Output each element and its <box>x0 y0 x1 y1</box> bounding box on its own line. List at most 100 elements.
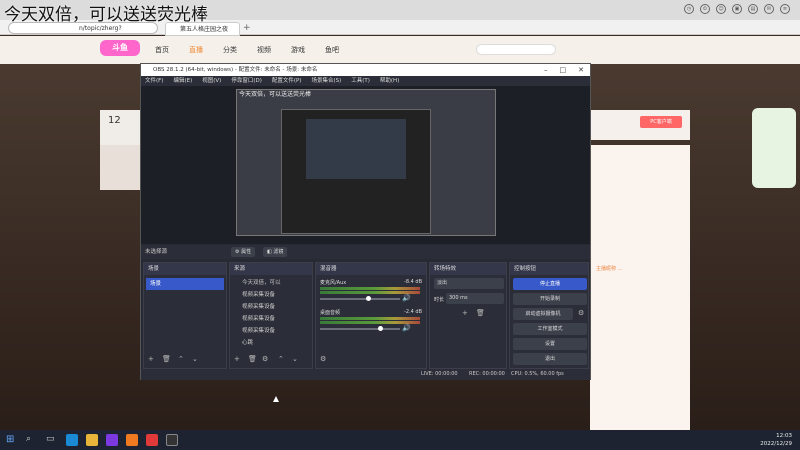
site-logo[interactable]: 斗鱼 <box>100 40 140 56</box>
windows-start-icon[interactable]: ⊞ <box>6 434 18 446</box>
remove-source-icon[interactable]: 🗑 <box>248 355 257 363</box>
pc-client-button[interactable]: PC客户端 <box>640 116 682 128</box>
browser-tab[interactable]: 第五人格庄园之夜 <box>165 22 240 36</box>
app-icon[interactable] <box>146 434 158 446</box>
menu-view[interactable]: 视图(V) <box>202 76 221 86</box>
scene-item[interactable]: 场景 <box>146 278 224 290</box>
history-icon[interactable]: ◷ <box>684 4 694 14</box>
volume-slider-knob[interactable] <box>366 296 371 301</box>
source-item[interactable]: 视频采集设备 <box>232 301 310 313</box>
cpu-status: CPU: 0.5%, 60.00 fps <box>511 371 564 377</box>
obs-titlebar: OBS 28.1.2 (64-bit, windows) - 配置文件: 未命名… <box>141 64 590 76</box>
chat-panel <box>590 145 690 435</box>
taskbar <box>0 430 800 450</box>
studio-mode-button[interactable]: 工作室模式 <box>513 323 587 335</box>
menu-icon[interactable]: ≡ <box>780 4 790 14</box>
menu-scene-collection[interactable]: 场景集合(S) <box>311 76 341 86</box>
streamer-avatar-panel <box>100 145 145 190</box>
scene-down-icon[interactable]: ⌄ <box>192 355 198 363</box>
add-source-icon[interactable]: + <box>234 355 240 363</box>
address-bar[interactable]: n/topic/zherg?rid=4801532 <box>8 22 158 43</box>
site-nav: 首页 直播 分类 视频 游戏 鱼吧 <box>155 45 339 55</box>
transition-select[interactable]: 淡出 <box>434 278 504 289</box>
chat-text: 主播昵称 … <box>596 266 623 272</box>
speaker-icon[interactable]: 🔊 <box>402 294 411 302</box>
source-item[interactable]: 今天双倍，可以 <box>232 277 310 289</box>
duration-input[interactable]: 300 ms <box>446 293 504 304</box>
source-toolbar: 未选择源 <box>141 245 590 259</box>
app-icon[interactable] <box>106 434 118 446</box>
volume-slider[interactable] <box>320 328 400 330</box>
no-source-label: 未选择源 <box>145 249 168 255</box>
file-explorer-icon[interactable] <box>86 434 98 446</box>
controls-dock-header: 控制按钮 <box>510 263 588 275</box>
minimize-icon[interactable]: – <box>544 64 548 76</box>
preview-overlay-text: 今天双倍，可以送送荧光棒 <box>239 91 312 98</box>
source-item[interactable]: 视频采集设备 <box>232 313 310 325</box>
nav-item-category[interactable]: 分类 <box>223 45 237 55</box>
properties-button[interactable]: ⚙ 属性 <box>231 247 256 257</box>
nav-item-home[interactable]: 首页 <box>155 45 169 55</box>
collection-icon[interactable]: ▤ <box>748 4 758 14</box>
system-clock[interactable]: 12:03 2022/12/29 <box>760 432 792 448</box>
filters-button[interactable]: ◧ 滤镜 <box>263 247 288 257</box>
menu-docks[interactable]: 停靠窗口(D) <box>231 76 262 86</box>
sources-dock-header: 来源 <box>230 263 312 275</box>
app-icon[interactable] <box>126 434 138 446</box>
clock-icon[interactable]: ⏲ <box>700 4 710 14</box>
nav-item-video[interactable]: 视频 <box>257 45 271 55</box>
obs-title-text: OBS 28.1.2 (64-bit, windows) - 配置文件: 未命名… <box>153 67 318 73</box>
site-search-input[interactable] <box>476 44 556 55</box>
maximize-icon[interactable]: □ <box>560 64 567 76</box>
source-down-icon[interactable]: ⌄ <box>292 355 298 363</box>
volume-meter <box>320 287 420 290</box>
mixer-channel-db: -8.4 dB <box>404 279 422 285</box>
menu-file[interactable]: 文件(F) <box>145 76 163 86</box>
virtual-camera-settings-icon[interactable]: ⚙ <box>578 309 584 317</box>
virtual-camera-button[interactable]: 启动虚拟摄像机 <box>513 308 573 320</box>
mixer-dock-header: 混音器 <box>316 263 426 275</box>
add-scene-icon[interactable]: + <box>148 355 154 363</box>
source-up-icon[interactable]: ⌃ <box>278 355 284 363</box>
side-ad-banner[interactable] <box>752 108 796 188</box>
source-item[interactable]: 视频采集设备 <box>232 289 310 301</box>
stop-streaming-button[interactable]: 停止直播 <box>513 278 587 290</box>
obs-window: OBS 28.1.2 (64-bit, windows) - 配置文件: 未命名… <box>140 63 591 380</box>
menu-help[interactable]: 帮助(H) <box>380 76 399 86</box>
remove-scene-icon[interactable]: 🗑 <box>162 355 171 363</box>
gift-icon[interactable]: ▣ <box>732 4 742 14</box>
nav-item-live[interactable]: 直播 <box>189 45 203 55</box>
source-item[interactable]: 心跳 <box>232 337 310 349</box>
nav-item-game[interactable]: 游戏 <box>291 45 305 55</box>
volume-slider[interactable] <box>320 298 400 300</box>
avatar[interactable]: ☺ <box>716 4 726 14</box>
remove-transition-icon[interactable]: 🗑 <box>476 309 485 317</box>
menu-tools[interactable]: 工具(T) <box>351 76 370 86</box>
close-icon[interactable]: ✕ <box>578 64 584 76</box>
exit-button[interactable]: 退出 <box>513 353 587 365</box>
new-tab-button[interactable]: + <box>243 23 251 33</box>
obs-status-bar: LIVE: 00:00:00 REC: 00:00:00 CPU: 0.5%, … <box>141 369 590 380</box>
search-icon[interactable]: ⌕ <box>26 434 38 446</box>
nav-item-bar[interactable]: 鱼吧 <box>325 45 339 55</box>
start-recording-button[interactable]: 开始录制 <box>513 293 587 305</box>
source-item[interactable]: 视频采集设备 <box>232 325 310 337</box>
add-transition-icon[interactable]: + <box>462 309 468 317</box>
source-settings-icon[interactable]: ⚙ <box>262 355 268 363</box>
obs-taskbar-icon[interactable] <box>166 434 178 446</box>
menu-edit[interactable]: 编辑(E) <box>173 76 192 86</box>
task-view-icon[interactable]: ▭ <box>46 434 58 446</box>
mixer-settings-icon[interactable]: ⚙ <box>320 355 326 363</box>
properties-label: 属性 <box>241 249 252 255</box>
preview-nested-content <box>306 119 406 179</box>
settings-button[interactable]: 设置 <box>513 338 587 350</box>
controls-dock: 控制按钮 停止直播 开始录制 启动虚拟摄像机 ⚙ 工作室模式 设置 退出 <box>509 262 589 369</box>
speaker-icon[interactable]: 🔊 <box>402 324 411 332</box>
scene-up-icon[interactable]: ⌃ <box>178 355 184 363</box>
filters-label: 滤镜 <box>273 249 284 255</box>
volume-slider-knob[interactable] <box>378 326 383 331</box>
edge-icon[interactable] <box>66 434 78 446</box>
menu-profile[interactable]: 配置文件(P) <box>272 76 302 86</box>
scenes-dock-header: 场景 <box>144 263 226 275</box>
notification-icon[interactable]: ✉ <box>764 4 774 14</box>
